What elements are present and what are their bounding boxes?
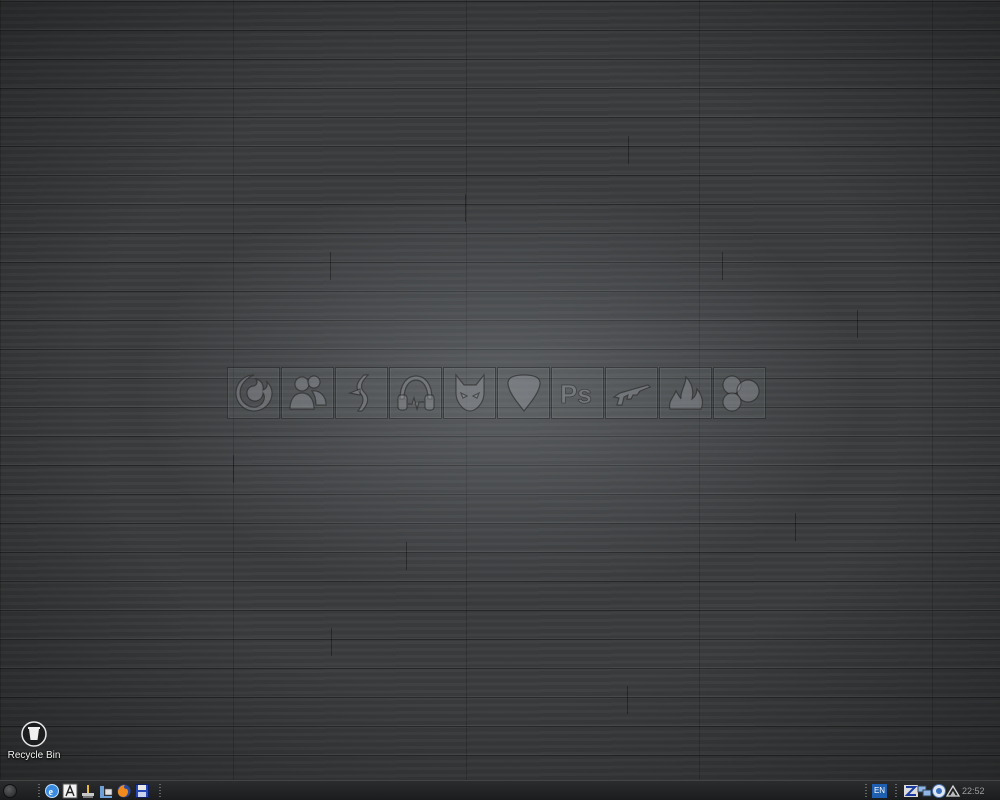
files-icon: [100, 786, 113, 798]
paint-icon: [82, 785, 94, 798]
quick-launch-internet-explorer[interactable]: e: [44, 783, 60, 799]
dock-item-messenger[interactable]: [281, 367, 334, 419]
dock-item-guitar-pick[interactable]: [497, 367, 550, 419]
desktop-icon-recycle-bin[interactable]: Recycle Bin: [6, 721, 62, 761]
plank-seam: [331, 628, 332, 656]
rifle-icon: [611, 384, 651, 406]
guitar-pick-icon: [506, 374, 541, 412]
language-indicator[interactable]: EN: [872, 784, 887, 798]
plank-seam: [465, 194, 466, 222]
firefox-icon: [234, 374, 273, 412]
svg-text:Ps: Ps: [560, 379, 592, 409]
quick-launch-text-editor[interactable]: [62, 783, 78, 799]
messenger-icon: [288, 375, 327, 410]
plank-seam: [795, 513, 796, 541]
plank-seam: [627, 686, 628, 714]
quick-launch-files[interactable]: [98, 783, 114, 799]
start-button[interactable]: [3, 784, 17, 798]
quick-launch-save[interactable]: [134, 783, 150, 799]
taskbar-separator: [38, 784, 40, 798]
dock-item-firefox[interactable]: [227, 367, 280, 419]
text-editor-icon: [62, 783, 78, 799]
dock-item-photoshop[interactable]: Ps: [551, 367, 604, 419]
plank-seam: [233, 455, 234, 483]
plank-seam: [330, 252, 331, 280]
taskbar-separator: [865, 784, 867, 798]
plank-seam: [722, 252, 723, 280]
taskbar-clock[interactable]: 22:52: [962, 784, 985, 798]
music-player-icon: [347, 374, 369, 412]
taskbar: e EN 22:52: [0, 780, 1000, 800]
circles-icon: [721, 375, 760, 412]
plank-seam: [857, 310, 858, 338]
firefox-icon: [117, 784, 131, 798]
photoshop-icon: Ps: [559, 379, 592, 410]
headphones-icon: [396, 375, 435, 412]
dock-item-fire[interactable]: [659, 367, 712, 419]
icon-dock: Ps: [227, 367, 766, 421]
plank-seam: [628, 136, 629, 164]
dock-item-music-player[interactable]: [335, 367, 388, 419]
svg-text:e: e: [49, 787, 54, 798]
dock-item-rifle[interactable]: [605, 367, 658, 419]
dock-item-headphones[interactable]: [389, 367, 442, 419]
save-icon: [135, 784, 149, 798]
fox-mask-icon: [454, 373, 485, 412]
fire-icon: [668, 375, 703, 410]
dock-item-circles[interactable]: [713, 367, 766, 419]
taskbar-separator: [895, 784, 897, 798]
quick-launch-firefox[interactable]: [116, 783, 132, 799]
taskbar-separator: [159, 784, 161, 798]
plank-seam: [406, 542, 407, 570]
quick-launch-paint[interactable]: [80, 783, 96, 799]
recycle-bin-label: Recycle Bin: [7, 750, 61, 761]
dock-item-fox-mask[interactable]: [443, 367, 496, 419]
recycle-bin-icon: [21, 721, 47, 747]
tray-signal[interactable]: [945, 783, 961, 799]
internet-explorer-icon: e: [45, 784, 59, 798]
signal-icon: [945, 784, 961, 797]
desktop-wallpaper: Ps Recycle Bin: [0, 0, 1000, 780]
